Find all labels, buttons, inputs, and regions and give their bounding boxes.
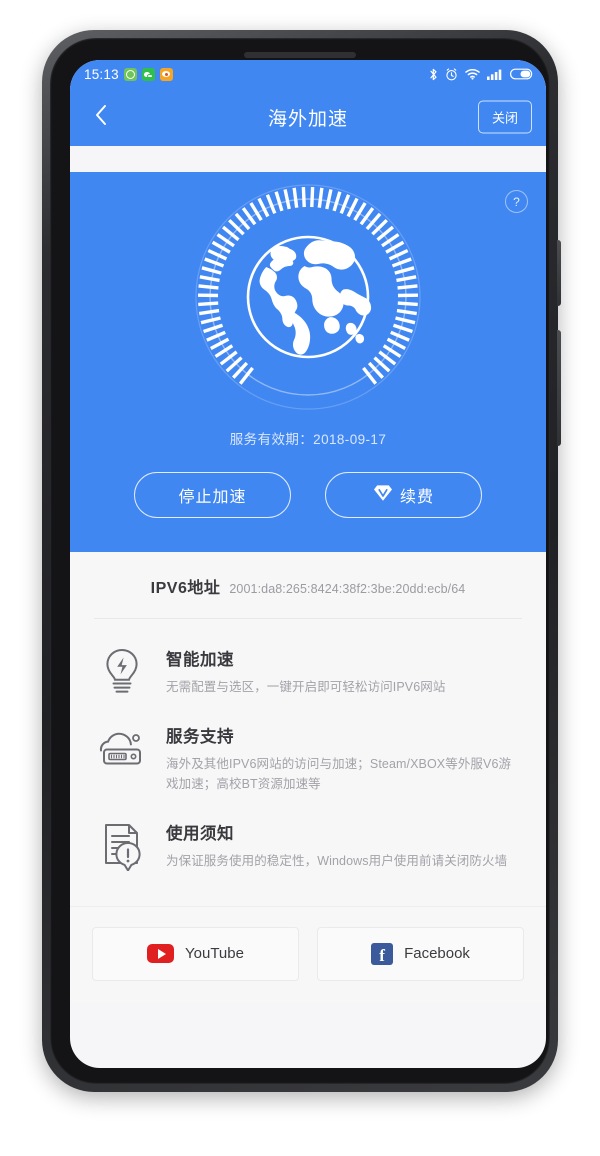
back-button[interactable]: [86, 102, 116, 132]
feature-list: 智能加速 无需配置与选区，一键开启即可轻松访问IPV6网站 服务支持 海外及其他…: [70, 619, 546, 894]
power-button[interactable]: [557, 330, 561, 446]
list-item: 智能加速 无需配置与选区，一键开启即可轻松访问IPV6网站: [70, 633, 546, 710]
phone-screen: 15:13 海外加速 关闭 ? 服务有效期：2018-09-17 停止加速 续费…: [70, 60, 546, 1068]
feature-description: 无需配置与选区，一键开启即可轻松访问IPV6网站: [166, 680, 446, 694]
phone-device-frame: 15:13 海外加速 关闭 ? 服务有效期：2018-09-17 停止加速 续费…: [42, 30, 561, 1092]
shortcut-bar: YouTube f Facebook: [70, 906, 546, 1003]
youtube-shortcut-button[interactable]: YouTube: [92, 926, 299, 981]
list-item: 服务支持 海外及其他IPV6网站的访问与加速；Steam/XBOX等外服V6游戏…: [70, 710, 546, 807]
signal-icon: [487, 68, 503, 80]
facebook-shortcut-button[interactable]: f Facebook: [317, 926, 524, 981]
list-item: 使用须知 为保证服务使用的稳定性，Windows用户使用前请关闭防火墙: [70, 807, 546, 884]
feature-title: 智能加速: [166, 651, 234, 669]
document-alert-icon: [96, 819, 148, 871]
smiley-app-icon: [123, 67, 137, 81]
stop-acceleration-button[interactable]: 停止加速: [134, 472, 291, 518]
cloud-server-icon: [96, 722, 148, 770]
ipv6-label: IPV6地址: [150, 580, 221, 597]
bluetooth-icon: [429, 68, 438, 81]
close-button[interactable]: 关闭: [477, 100, 532, 134]
battery-icon: [510, 68, 534, 80]
feature-title: 使用须知: [166, 824, 234, 843]
earpiece-speaker: [244, 52, 356, 58]
globe-gauge-icon: [183, 172, 433, 422]
status-bar-left: 15:13: [84, 67, 173, 82]
feature-text: 智能加速 无需配置与选区，一键开启即可轻松访问IPV6网站: [166, 645, 520, 698]
volume-button[interactable]: [557, 240, 561, 306]
wifi-icon: [465, 68, 480, 80]
status-bar: 15:13: [70, 60, 546, 88]
phone-bezel: 15:13 海外加速 关闭 ? 服务有效期：2018-09-17 停止加速 续费…: [50, 38, 550, 1084]
screenshot-stage: 15:13 海外加速 关闭 ? 服务有效期：2018-09-17 停止加速 续费…: [0, 0, 600, 1156]
weibo-app-icon: [159, 67, 173, 81]
help-icon[interactable]: ?: [505, 190, 528, 213]
navigation-bar: 海外加速 关闭: [70, 88, 546, 146]
feature-title: 服务支持: [166, 727, 234, 746]
feature-description: 海外及其他IPV6网站的访问与加速；Steam/XBOX等外服V6游戏加速；高校…: [166, 756, 512, 792]
feature-text: 使用须知 为保证服务使用的稳定性，Windows用户使用前请关闭防火墙: [166, 819, 520, 872]
stop-acceleration-label: 停止加速: [178, 489, 247, 506]
chevron-left-icon: [94, 104, 108, 131]
ipv6-value: 2001:da8:265:8424:38f2:3be:20dd:ecb/64: [229, 582, 466, 596]
renew-button[interactable]: 续费: [325, 472, 482, 518]
feature-text: 服务支持 海外及其他IPV6网站的访问与加速；Steam/XBOX等外服V6游戏…: [166, 722, 520, 795]
youtube-label: YouTube: [185, 945, 244, 962]
wechat-app-icon: [141, 67, 155, 81]
page-title: 海外加速: [267, 108, 348, 130]
lightbulb-bolt-icon: [96, 645, 148, 697]
feature-description: 为保证服务使用的稳定性，Windows用户使用前请关闭防火墙: [166, 853, 508, 868]
status-clock: 15:13: [84, 66, 119, 82]
hero-action-buttons: 停止加速 续费: [70, 472, 546, 518]
facebook-icon: f: [371, 942, 394, 965]
youtube-icon: [147, 944, 175, 963]
ipv6-address-row: IPV6地址 2001:da8:265:8424:38f2:3be:20dd:e…: [70, 552, 546, 618]
hero-section: ? 服务有效期：2018-09-17 停止加速 续费: [70, 172, 546, 552]
content-area: IPV6地址 2001:da8:265:8424:38f2:3be:20dd:e…: [70, 552, 546, 1003]
facebook-label: Facebook: [404, 945, 470, 962]
status-bar-right: [429, 67, 534, 81]
vip-diamond-icon: [373, 484, 393, 507]
renew-label: 续费: [399, 489, 434, 506]
alarm-icon: [445, 67, 458, 81]
service-expiry-text: 服务有效期：2018-09-17: [229, 432, 387, 447]
